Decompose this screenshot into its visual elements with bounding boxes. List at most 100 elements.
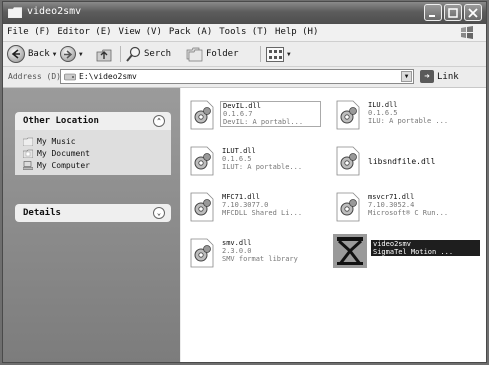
folder-icon [8,7,22,18]
file-name: MFC71.dll [222,193,260,201]
file-description: DevIL: A portabl... [223,118,304,126]
file-version: 7.10.3052.4 [368,201,415,209]
file-item-selected[interactable]: video2smv SigmaTel Motion ... [333,234,480,272]
drive-icon [64,73,76,81]
file-description: MFCDLL Shared Li... [222,209,303,217]
file-name: smv.dll [222,239,252,247]
menu-view[interactable]: View (V) [119,27,162,37]
sidebar-item-my-computer[interactable]: My Computer [23,159,171,171]
file-name: ILUT.dll [222,147,256,155]
go-arrow-icon: ➜ [420,70,434,83]
forward-arrow-icon [60,46,76,62]
file-description: SMV format library [222,255,298,263]
search-icon [126,46,141,62]
dll-file-icon [190,238,214,268]
collapse-icon[interactable]: ⌃ [153,115,165,127]
sidebar-item-label: My Computer [37,160,90,170]
task-pane: Other Location ⌃ My Music My Document My… [3,88,180,362]
chevron-down-icon: ▼ [79,50,83,58]
file-name: libsndfile.dll [368,157,436,166]
address-label: Address (D) [8,72,61,81]
other-location-title: Other Location [23,116,99,126]
file-name: ILU.dll [368,101,398,109]
back-button[interactable]: Back ▼ [7,44,56,64]
views-button[interactable]: ▼ [266,44,291,64]
file-item[interactable]: smv.dll 2.3.0.0 SMV format library [187,238,327,270]
address-input[interactable]: E:\video2smv ▼ [60,69,414,84]
back-label: Back [28,49,50,59]
up-folder-icon [96,49,112,62]
file-item[interactable]: MFC71.dll 7.10.3077.0 MFCDLL Shared Li..… [187,192,327,224]
file-name: msvcr71.dll [368,193,415,201]
views-grid-icon [266,46,284,62]
search-button[interactable]: Serch [126,44,171,64]
go-label: Link [437,71,459,82]
dll-file-icon [336,100,360,130]
dll-file-icon [190,146,214,176]
menu-pack[interactable]: Pack (A) [169,27,212,37]
details-title: Details [23,208,61,218]
title-bar[interactable]: video2smv [3,2,486,24]
sidebar-item-label: My Document [37,148,90,158]
file-item[interactable]: ILUT.dll 0.1.6.5 ILUT: A portable... [187,146,327,178]
file-item[interactable]: msvcr71.dll 7.10.3052.4 Microsoft® C Run… [333,192,473,224]
chevron-down-icon: ▼ [287,50,291,58]
menu-tools[interactable]: Tools (T) [219,27,268,37]
back-arrow-icon [7,45,25,63]
file-item[interactable]: DevIL.dll 0.1.6.7 DevIL: A portabl... [187,100,327,132]
minimize-button[interactable] [424,4,442,21]
folders-button[interactable]: Folder [186,44,239,64]
menu-file[interactable]: File (F) [7,27,50,37]
go-button[interactable]: ➜ Link [420,70,459,83]
forward-button[interactable]: ▼ [60,44,83,64]
file-version: 0.1.6.5 [222,155,252,163]
documents-folder-icon [23,149,33,158]
sidebar-item-my-document[interactable]: My Document [23,147,171,159]
file-item[interactable]: ILU.dll 0.1.6.5 ILU: A portable ... [333,100,473,132]
file-description: SigmaTel Motion ... [373,248,454,256]
explorer-window: video2smv File (F) Editor (E) View (V) P… [2,1,487,363]
up-folder-button[interactable] [96,44,112,64]
maximize-icon [448,7,458,18]
close-button[interactable] [464,4,482,21]
other-location-header[interactable]: Other Location ⌃ [15,112,171,130]
folders-label: Folder [206,49,239,59]
window-title: video2smv [27,6,82,17]
dll-file-icon [190,192,214,222]
sidebar-item-my-music[interactable]: My Music [23,135,171,147]
address-value: E:\video2smv [79,72,137,81]
menu-help[interactable]: Help (H) [275,27,318,37]
music-folder-icon [23,137,33,146]
file-version: 7.10.3077.0 [222,201,269,209]
expand-icon[interactable]: ⌄ [153,207,165,219]
details-panel: Details ⌄ [15,204,171,222]
file-version: 0.1.6.7 [223,110,253,118]
file-version: 0.1.6.5 [368,109,398,117]
sigmatel-app-icon [333,234,367,268]
close-icon [468,7,478,18]
address-bar: Address (D) E:\video2smv ▼ ➜ Link [3,67,486,88]
file-description: ILUT: A portable... [222,163,303,171]
sidebar-item-label: My Music [37,136,76,146]
address-dropdown-button[interactable]: ▼ [401,71,412,82]
file-description: ILU: A portable ... [368,117,449,125]
details-header[interactable]: Details ⌄ [15,204,171,222]
toolbar-separator [260,46,261,62]
file-name: video2smv [373,240,411,248]
other-location-panel: Other Location ⌃ My Music My Document My… [15,112,171,175]
folder-icon [186,47,203,61]
file-description: Microsoft® C Run... [368,209,449,217]
menu-bar: File (F) Editor (E) View (V) Pack (A) To… [3,24,486,42]
file-item[interactable]: libsndfile.dll [333,146,473,178]
chevron-down-icon: ▼ [52,50,57,58]
minimize-icon [429,14,435,17]
dll-file-icon [336,192,360,222]
windows-flag-icon [461,26,473,39]
maximize-button[interactable] [444,4,462,21]
menu-editor[interactable]: Editor (E) [57,27,111,37]
toolbar-separator [120,46,121,62]
file-version: 2.3.0.0 [222,247,252,255]
file-view: DevIL.dll 0.1.6.7 DevIL: A portabl... IL… [181,88,486,362]
computer-icon [23,160,33,170]
dll-file-icon [190,100,214,130]
